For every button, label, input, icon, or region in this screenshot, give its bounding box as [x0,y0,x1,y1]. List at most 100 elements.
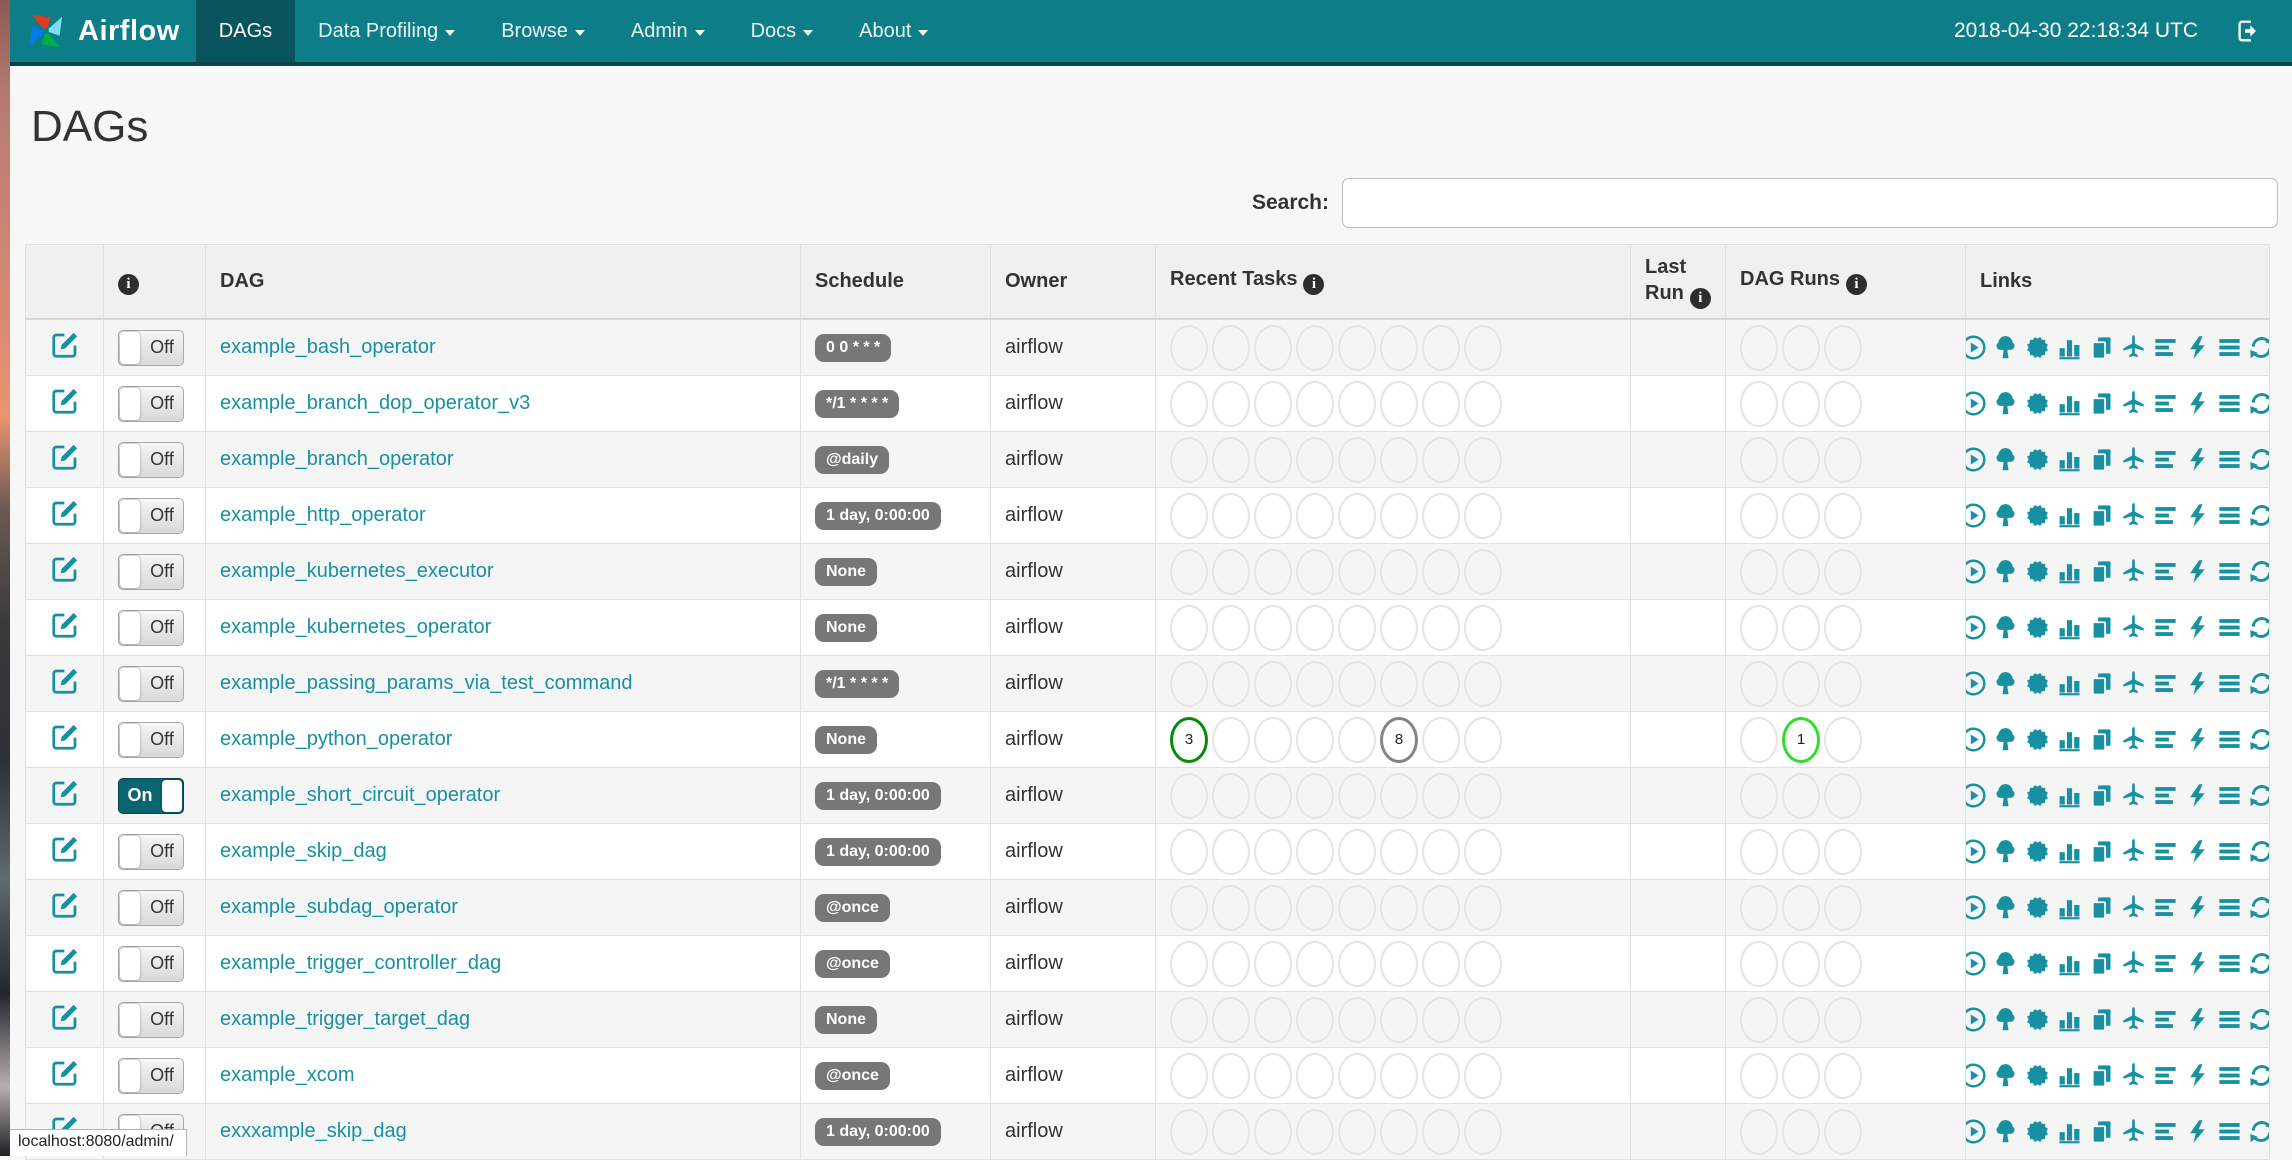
tree-view-icon[interactable] [1992,894,2019,921]
dag-pause-toggle[interactable]: Off [118,497,184,534]
gantt-view-icon[interactable] [2152,502,2179,529]
logs-icon[interactable] [2216,670,2243,697]
task-tries-icon[interactable] [2088,838,2115,865]
tree-view-icon[interactable] [1992,726,2019,753]
graph-view-icon[interactable] [2024,950,2051,977]
dag-pause-toggle[interactable]: Off [118,1001,184,1038]
dag-link[interactable]: example_http_operator [220,504,426,526]
tree-view-icon[interactable] [1992,390,2019,417]
dag-link[interactable]: example_short_circuit_operator [220,784,500,806]
refresh-icon[interactable] [2248,446,2269,473]
task-duration-icon[interactable] [2056,670,2083,697]
landing-times-icon[interactable] [2120,446,2147,473]
dag-link[interactable]: example_bash_operator [220,336,436,358]
graph-view-icon[interactable] [2024,894,2051,921]
task-tries-icon[interactable] [2088,1006,2115,1033]
logs-icon[interactable] [2216,1006,2243,1033]
code-view-icon[interactable] [2184,838,2211,865]
gantt-view-icon[interactable] [2152,1118,2179,1145]
edit-dag-button[interactable] [50,666,80,696]
refresh-icon[interactable] [2248,334,2269,361]
dag-pause-toggle[interactable]: Off [118,441,184,478]
logs-icon[interactable] [2216,614,2243,641]
landing-times-icon[interactable] [2120,670,2147,697]
task-state-circle[interactable]: 1 [1782,716,1820,763]
tree-view-icon[interactable] [1992,782,2019,809]
trigger-dag-icon[interactable] [1966,1118,1988,1145]
graph-view-icon[interactable] [2024,558,2051,585]
task-tries-icon[interactable] [2088,446,2115,473]
trigger-dag-icon[interactable] [1966,894,1988,921]
trigger-dag-icon[interactable] [1966,838,1988,865]
nav-item-docs[interactable]: Docs [728,0,837,62]
gantt-view-icon[interactable] [2152,950,2179,977]
code-view-icon[interactable] [2184,726,2211,753]
task-tries-icon[interactable] [2088,334,2115,361]
landing-times-icon[interactable] [2120,950,2147,977]
search-input[interactable] [1342,178,2278,228]
logs-icon[interactable] [2216,1062,2243,1089]
code-view-icon[interactable] [2184,1118,2211,1145]
logs-icon[interactable] [2216,838,2243,865]
landing-times-icon[interactable] [2120,390,2147,417]
gantt-view-icon[interactable] [2152,782,2179,809]
task-tries-icon[interactable] [2088,726,2115,753]
task-tries-icon[interactable] [2088,558,2115,585]
nav-item-browse[interactable]: Browse [478,0,608,62]
gantt-view-icon[interactable] [2152,614,2179,641]
dag-link[interactable]: example_kubernetes_operator [220,616,491,638]
refresh-icon[interactable] [2248,894,2269,921]
dag-pause-toggle[interactable]: Off [118,945,184,982]
nav-item-data-profiling[interactable]: Data Profiling [295,0,478,62]
landing-times-icon[interactable] [2120,334,2147,361]
landing-times-icon[interactable] [2120,1006,2147,1033]
refresh-icon[interactable] [2248,782,2269,809]
dag-pause-toggle[interactable]: Off [118,889,184,926]
task-duration-icon[interactable] [2056,614,2083,641]
logs-icon[interactable] [2216,894,2243,921]
landing-times-icon[interactable] [2120,502,2147,529]
task-state-circle[interactable]: 8 [1380,716,1418,763]
dag-link[interactable]: example_skip_dag [220,840,387,862]
edit-dag-button[interactable] [50,554,80,584]
dag-link[interactable]: exxxample_skip_dag [220,1120,407,1142]
trigger-dag-icon[interactable] [1966,446,1988,473]
edit-dag-button[interactable] [50,946,80,976]
nav-item-dags[interactable]: DAGs [195,0,296,62]
task-tries-icon[interactable] [2088,390,2115,417]
graph-view-icon[interactable] [2024,1006,2051,1033]
code-view-icon[interactable] [2184,334,2211,361]
trigger-dag-icon[interactable] [1966,502,1988,529]
graph-view-icon[interactable] [2024,390,2051,417]
task-duration-icon[interactable] [2056,390,2083,417]
task-tries-icon[interactable] [2088,782,2115,809]
code-view-icon[interactable] [2184,1062,2211,1089]
dag-pause-toggle[interactable]: Off [118,721,184,758]
refresh-icon[interactable] [2248,502,2269,529]
tree-view-icon[interactable] [1992,614,2019,641]
graph-view-icon[interactable] [2024,614,2051,641]
code-view-icon[interactable] [2184,782,2211,809]
dag-link[interactable]: example_branch_operator [220,448,454,470]
dag-link[interactable]: example_branch_dop_operator_v3 [220,392,530,414]
task-duration-icon[interactable] [2056,894,2083,921]
trigger-dag-icon[interactable] [1966,1062,1988,1089]
logs-icon[interactable] [2216,558,2243,585]
logs-icon[interactable] [2216,390,2243,417]
logs-icon[interactable] [2216,502,2243,529]
dag-link[interactable]: example_kubernetes_executor [220,560,494,582]
landing-times-icon[interactable] [2120,782,2147,809]
gantt-view-icon[interactable] [2152,390,2179,417]
refresh-icon[interactable] [2248,1062,2269,1089]
code-view-icon[interactable] [2184,502,2211,529]
refresh-icon[interactable] [2248,726,2269,753]
task-state-circle[interactable]: 3 [1170,716,1208,763]
landing-times-icon[interactable] [2120,1062,2147,1089]
gantt-view-icon[interactable] [2152,894,2179,921]
landing-times-icon[interactable] [2120,614,2147,641]
dag-link[interactable]: example_xcom [220,1064,355,1086]
task-duration-icon[interactable] [2056,1118,2083,1145]
gantt-view-icon[interactable] [2152,1006,2179,1033]
trigger-dag-icon[interactable] [1966,670,1988,697]
trigger-dag-icon[interactable] [1966,726,1988,753]
